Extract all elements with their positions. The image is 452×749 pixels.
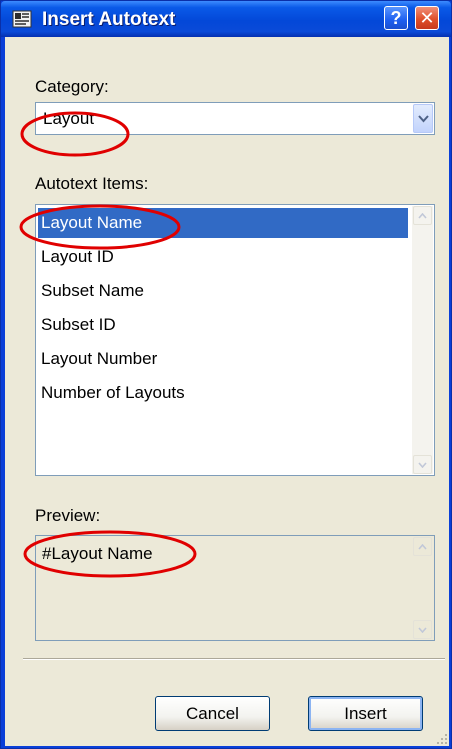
insert-button[interactable]: Insert: [308, 696, 423, 731]
close-icon[interactable]: ✕: [415, 6, 439, 30]
insert-autotext-dialog: Insert Autotext ? ✕ Category: Layout Aut…: [0, 0, 452, 749]
chevron-down-icon[interactable]: [413, 104, 433, 133]
dialog-body: Category: Layout Autotext Items: Layout …: [5, 37, 449, 746]
resize-grip-icon[interactable]: [434, 731, 448, 745]
dialog-title: Insert Autotext: [42, 9, 176, 30]
list-item[interactable]: Layout Name: [38, 208, 408, 238]
scroll-up-icon[interactable]: [413, 537, 432, 556]
autotext-items-list[interactable]: Layout Name Layout ID Subset Name Subset ID…: [35, 204, 435, 476]
list-scrollbar[interactable]: [412, 206, 433, 474]
list-item[interactable]: Subset ID: [38, 310, 408, 340]
separator: [23, 658, 445, 660]
help-icon[interactable]: ?: [384, 6, 408, 30]
list-item[interactable]: Subset Name: [38, 276, 408, 306]
scroll-up-icon[interactable]: [413, 206, 432, 225]
preview-scrollbar[interactable]: [412, 537, 433, 639]
scroll-down-icon[interactable]: [413, 620, 432, 639]
list-item[interactable]: Layout Number: [38, 344, 408, 374]
cancel-button[interactable]: Cancel: [155, 696, 270, 731]
preview-box: #Layout Name: [35, 535, 435, 641]
list-item[interactable]: Number of Layouts: [38, 378, 408, 408]
title-bar[interactable]: Insert Autotext ? ✕: [1, 1, 451, 37]
category-label: Category:: [35, 77, 109, 96]
list-item[interactable]: Layout ID: [38, 242, 408, 272]
category-dropdown[interactable]: Layout: [35, 102, 435, 135]
preview-text: #Layout Name: [42, 544, 153, 563]
category-selected-value: Layout: [43, 109, 95, 128]
autotext-items-label: Autotext Items:: [35, 174, 149, 193]
preview-label: Preview:: [35, 506, 101, 525]
scroll-down-icon[interactable]: [413, 455, 432, 474]
app-icon: [12, 10, 32, 28]
